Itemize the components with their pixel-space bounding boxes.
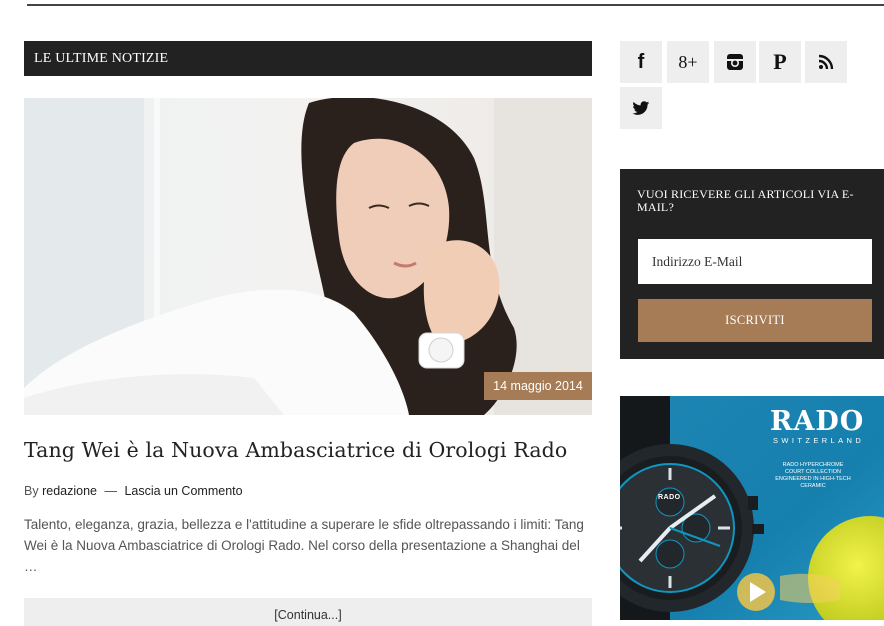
ad-tagline-2: COURT COLLECTION [784,469,842,475]
email-field[interactable] [638,239,872,284]
subscribe-button[interactable]: ISCRIVITI [638,299,872,342]
section-title: LE ULTIME NOTIZIE [34,51,169,66]
watch-logo: RADO [658,494,681,501]
pinterest-button[interactable]: P [759,41,801,83]
ad-tagline-3: ENGINEERED IN HIGH-TECH CERAMIC [775,476,851,489]
continue-reading-button[interactable]: ꞏꞏꞏ [Continua...] [24,598,592,626]
comment-link[interactable]: Lascia un Commento [124,484,242,498]
facebook-button[interactable]: f [620,41,662,83]
google-plus-icon: 8+ [678,51,698,72]
rss-button[interactable] [805,41,847,83]
subscribe-title: VUOI RICEVERE GLI ARTICOLI VIA E-MAIL? [637,187,854,214]
rss-icon [818,54,834,70]
ad-brand-sub: SWITZERLAND [773,436,865,445]
ad-tagline: RADO HYPERCHROME COURT COLLECTION ENGINE… [768,462,858,490]
subscribe-widget: VUOI RICEVERE GLI ARTICOLI VIA E-MAIL? I… [620,169,884,359]
author-link[interactable]: redazione [42,484,97,498]
google-plus-button[interactable]: 8+ [667,41,709,83]
pinterest-icon: P [773,49,787,74]
ad-brand: RADO [770,406,865,437]
ad-tagline-1: RADO HYPERCHROME [782,462,844,468]
facebook-icon: f [637,50,645,73]
twitter-button[interactable] [620,87,662,129]
instagram-button[interactable] [714,41,756,83]
rado-ad-banner[interactable]: RADO SWITZERLAND RADO HYPERCHROME COURT … [620,396,884,620]
featured-image[interactable] [24,98,592,415]
post-title[interactable]: Tang Wei è la Nuova Ambasciatrice di Oro… [24,438,592,462]
section-header: LE ULTIME NOTIZIE [24,41,592,76]
post-meta: By redazione — Lascia un Commento [24,484,243,498]
instagram-icon [727,54,743,70]
top-divider [27,4,884,6]
continue-label: [Continua...] [274,608,342,622]
meta-separator: — [104,484,117,498]
post-date-badge: 14 maggio 2014 [484,372,592,400]
featured-photo [24,98,592,415]
twitter-icon [632,100,650,115]
post-excerpt: Talento, eleganza, grazia, bellezza e l'… [24,517,584,574]
meta-by-label: By [24,484,39,498]
